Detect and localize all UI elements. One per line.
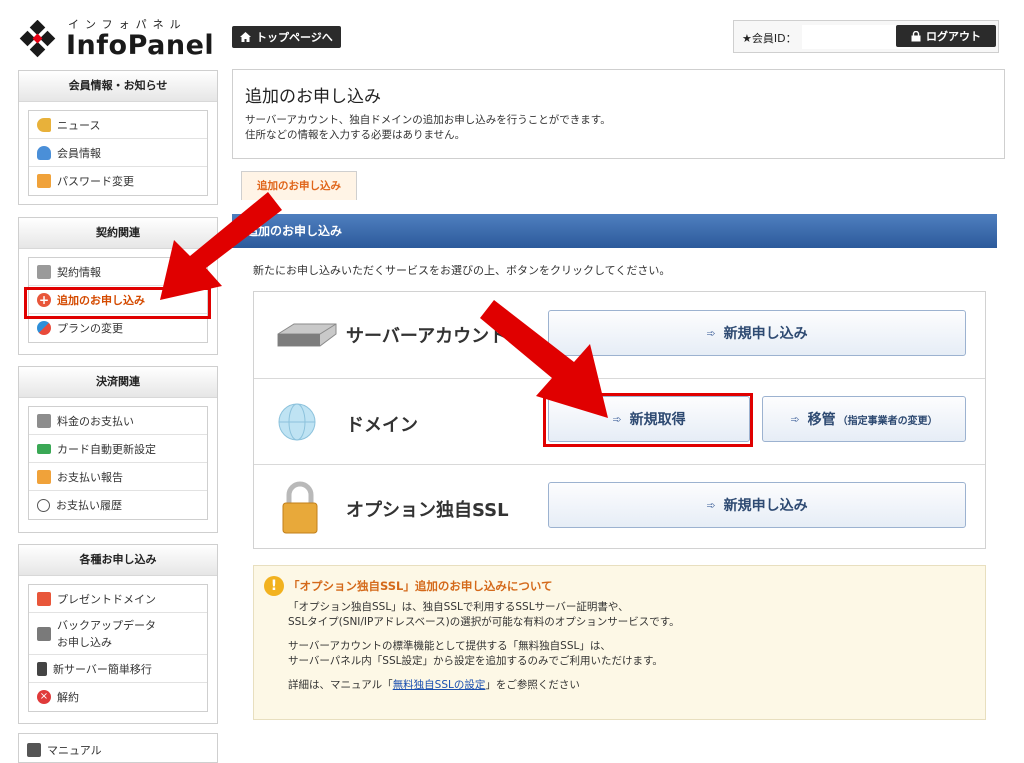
logo-mark-icon (19, 20, 56, 58)
chat-icon (37, 469, 51, 484)
sidebar-item-server-migration[interactable]: 新サーバー簡単移行 (29, 655, 207, 683)
sidebar-manual[interactable]: マニュアル (18, 733, 218, 763)
ssl-notice: ! 「オプション独自SSL」追加のお申し込みについて 「オプション独自SSL」は… (253, 565, 986, 720)
annotation-arrow-sidebar (160, 192, 282, 300)
ssl-new-button[interactable]: ➾ 新規申し込み (548, 482, 966, 528)
notice-line: サーバーアカウントの標準機能として提供する「無料独自SSL」は、 (288, 640, 611, 652)
cancel-icon: × (37, 690, 51, 704)
notice-paragraph-2: サーバーアカウントの標準機能として提供する「無料独自SSL」は、 サーバーパネル… (288, 639, 971, 669)
lock-icon (911, 30, 921, 41)
card-icon (37, 443, 51, 454)
sidebar-item-label: 契約情報 (57, 265, 101, 279)
backup-icon (37, 626, 51, 641)
domain-transfer-label: 移管 (807, 412, 836, 428)
home-icon (240, 32, 251, 42)
logout-button[interactable]: ログアウト (896, 25, 996, 47)
top-page-button[interactable]: トップページへ (232, 26, 341, 48)
sidebar-item-label: プレゼントドメイン (57, 592, 156, 606)
notice-line: SSLタイプ(SNI/IPアドレスベース)の選択が可能な有料のオプションサービス… (288, 616, 680, 628)
instruction-text: 新たにお申し込みいただくサービスをお選びの上、ボタンをクリックしてください。 (253, 264, 671, 277)
padlock-icon (282, 481, 318, 534)
sidebar-item-card-renewal[interactable]: カード自動更新設定 (29, 435, 207, 463)
member-id-label: ★会員ID： (742, 32, 797, 45)
sidebar-item-label: 会員情報 (57, 146, 101, 160)
sidebar-item-label: 新サーバー簡単移行 (53, 662, 152, 676)
intro-box: 追加のお申し込み サーバーアカウント、独自ドメインの追加お申し込みを行うことがで… (232, 69, 1005, 159)
page-description-line1: サーバーアカウント、独自ドメインの追加お申し込みを行うことができます。 (245, 114, 611, 126)
sidebar-item-payment-history[interactable]: お支払い履歴 (29, 491, 207, 519)
sidebar-heading-payment: 決済関連 (19, 367, 217, 398)
pen-icon (37, 264, 51, 279)
service-row-ssl: オプション独自SSL ➾ 新規申し込み (254, 465, 985, 548)
lock-icon (37, 174, 51, 188)
sidebar-heading-applications: 各種お申し込み (19, 545, 217, 576)
page-title: 追加のお申し込み (245, 87, 381, 107)
key-icon (37, 117, 51, 132)
sidebar-item-label: カード自動更新設定 (57, 442, 156, 456)
logout-label: ログアウト (926, 30, 981, 43)
notice-paragraph-3: 詳細は、マニュアル「無料独自SSLの設定」をご参照ください (288, 678, 971, 693)
refresh-icon (37, 321, 51, 335)
server-icon (277, 323, 337, 347)
service-name-ssl: オプション独自SSL (346, 500, 509, 521)
sidebar-item-label: お支払い報告 (57, 470, 123, 484)
section-title-bar: 追加のお申し込み (232, 214, 997, 248)
domain-transfer-note: （指定事業者の変更） (837, 415, 938, 427)
notice-line: 詳細は、マニュアル「 (288, 679, 393, 691)
sidebar-item-label: 料金のお支払い (57, 414, 134, 428)
arrow-right-icon: ➾ (706, 498, 716, 512)
sidebar-manual-label: マニュアル (47, 744, 102, 757)
sidebar-item-label: パスワード変更 (57, 175, 134, 188)
gift-icon (37, 591, 51, 606)
sidebar-item-payment-report[interactable]: お支払い報告 (29, 463, 207, 491)
sidebar-item-cancel[interactable]: × 解約 (29, 683, 207, 711)
sidebar-section-applications: 各種お申し込み プレゼントドメイン バックアップデータ お申し込み 新サーバー簡… (18, 544, 218, 724)
sidebar-section-member: 会員情報・お知らせ ニュース 会員情報 パスワード変更 (18, 70, 218, 205)
top-page-label: トップページへ (256, 31, 333, 44)
backup-label-line1: バックアップデータ (57, 618, 156, 632)
ssl-new-label: 新規申し込み (723, 498, 808, 514)
notice-line: サーバーパネル内「SSL設定」から設定を追加するのみでご利用いただけます。 (288, 655, 663, 667)
annotation-arrow-domain (480, 300, 608, 418)
arrow-right-icon: ➾ (790, 412, 800, 426)
sidebar-item-label: ニュース (57, 118, 101, 132)
free-ssl-manual-link[interactable]: 無料独自SSLの設定 (393, 679, 486, 691)
service-name-domain: ドメイン (346, 415, 418, 436)
clock-icon (37, 498, 50, 512)
sidebar-heading-member: 会員情報・お知らせ (19, 71, 217, 102)
exclamation-icon: ! (264, 576, 284, 596)
server-icon (37, 661, 47, 676)
page-description-line2: 住所などの情報を入力する必要はありません。 (245, 129, 466, 141)
notice-line: 「オプション独自SSL」は、独自SSLで利用するSSLサーバー証明書や、 (288, 601, 629, 613)
sidebar-item-member-info[interactable]: 会員情報 (29, 139, 207, 167)
book-icon (27, 743, 41, 757)
notice-paragraph-1: 「オプション独自SSL」は、独自SSLで利用するSSLサーバー証明書や、 SSL… (288, 600, 971, 630)
sidebar-item-label: プランの変更 (57, 322, 123, 335)
sidebar-item-backup[interactable]: バックアップデータ お申し込み (29, 613, 207, 655)
sidebar-item-label: 解約 (57, 691, 79, 704)
backup-label-line2: お申し込み (57, 635, 112, 649)
calculator-icon (37, 413, 51, 428)
server-new-label: 新規申し込み (723, 326, 808, 342)
sidebar-item-present-domain[interactable]: プレゼントドメイン (29, 585, 207, 613)
sidebar-item-label: バックアップデータ お申し込み (57, 617, 156, 651)
domain-transfer-button[interactable]: ➾ 移管 （指定事業者の変更） (762, 396, 966, 442)
notice-line: 」をご参照ください (485, 679, 580, 691)
sidebar-item-news[interactable]: ニュース (29, 111, 207, 139)
sidebar-section-payment: 決済関連 料金のお支払い カード自動更新設定 お支払い報告 お支払い履歴 (18, 366, 218, 533)
arrow-right-icon: ➾ (706, 326, 716, 340)
sidebar-item-payment[interactable]: 料金のお支払い (29, 407, 207, 435)
logo-name: InfoPanel (66, 30, 215, 61)
globe-icon (278, 403, 316, 441)
notice-title: 「オプション独自SSL」追加のお申し込みについて (288, 579, 553, 593)
infopanel-logo[interactable]: インフォパネル InfoPanel (18, 14, 214, 61)
member-id-value (802, 25, 910, 49)
page-description: サーバーアカウント、独自ドメインの追加お申し込みを行うことができます。 住所など… (245, 113, 992, 143)
person-icon (37, 145, 51, 160)
sidebar-item-label: お支払い履歴 (56, 499, 122, 512)
